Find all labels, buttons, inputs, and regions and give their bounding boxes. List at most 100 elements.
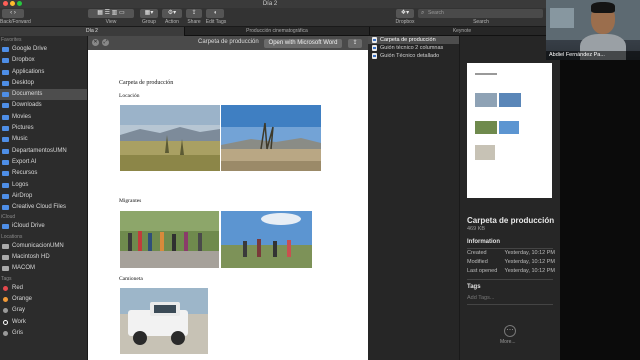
cloud-icon [2,224,9,230]
list-item[interactable]: Carpeta de producción [368,36,459,44]
action-label: Action [165,19,179,25]
sidebar-tag-gris[interactable]: Gris [0,328,87,339]
sidebar-item-downloads[interactable]: Downloads [0,100,87,111]
folder-icon [2,47,9,52]
dropbox-icon [2,58,9,64]
section-heading-camioneta: Camioneta [119,276,143,282]
search-placeholder: Search [428,10,444,16]
migrants-photo-1 [120,211,219,268]
search-icon: ⌕ [421,10,425,16]
sidebar-item-google-drive[interactable]: Google Drive [0,44,87,55]
back-forward-button[interactable]: ‹ › [2,9,24,18]
download-icon [2,103,9,109]
sidebar-tag-red[interactable]: Red [0,283,87,294]
sidebar-item-comunicacionumn[interactable]: ComunicacionUMN [0,241,87,252]
sidebar-item-creative-cloud[interactable]: Creative Cloud Files [0,202,87,213]
information-header: Information [467,239,500,245]
quick-look-panel: ✕ ⤢ Carpeta de producción Open with Micr… [88,36,368,360]
tab-produccion[interactable]: Producción cinematográfica [185,27,370,36]
action-gear-icon[interactable]: ⚙▾ [162,9,182,18]
creative-cloud-icon [2,205,9,211]
movies-icon [2,114,9,120]
group-button[interactable]: ▦▾ [140,9,158,18]
share-label: Share [187,19,201,25]
sidebar-tag-gray[interactable]: Gray [0,305,87,316]
sidebar-item-documents[interactable]: Documents [0,89,87,101]
sidebar-item-recursos[interactable]: Recursos [0,168,87,179]
document-page: Carpeta de producción Locación Migrantes… [88,50,368,360]
desert-photo-1 [120,105,220,171]
word-document-icon [372,37,377,43]
finder-window: Día 2 ‹ › Back/Forward ▦ ☰ ▥ ▭ View ▦▾ G… [0,0,640,360]
view-switcher[interactable]: ▦ ☰ ▥ ▭ [88,9,134,18]
add-tags-field[interactable]: Add Tags... [467,295,555,301]
gris-tag-icon [3,330,8,336]
more-icon[interactable]: ⋯ [504,325,516,337]
more-label[interactable]: More... [500,339,516,345]
document-title: Carpeta de producción [119,80,174,86]
quick-look-title: Carpeta de producción [198,39,259,45]
background-area [560,60,640,360]
edit-tags-icon[interactable]: ◖ [206,9,224,18]
tab-dia-2[interactable]: Día 2 [0,27,185,36]
sidebar-tag-work[interactable]: Work [0,317,87,328]
toolbar: ‹ › Back/Forward ▦ ☰ ▥ ▭ View ▦▾ Group ⚙… [0,8,640,27]
pictures-icon [2,126,9,132]
folder-icon [2,171,9,177]
edit-tags-label: Edit Tags [205,19,227,25]
fullscreen-icon[interactable]: ⤢ [102,39,109,46]
list-item[interactable]: Guión Técnico detallado [368,52,459,60]
work-tag-icon [3,319,8,325]
folder-icon [2,148,9,154]
share-icon[interactable]: ⇪ [348,39,362,48]
word-document-icon [372,53,377,59]
open-with-word-button[interactable]: Open with Microsoft Word [264,39,342,48]
document-thumbnail [467,63,552,198]
airdrop-icon [2,193,9,199]
sidebar-item-icloud-drive[interactable]: iCloud Drive [0,221,87,232]
sidebar-tag-orange[interactable]: Orange [0,294,87,305]
desert-photo-2 [221,105,321,171]
group-label: Group [142,19,156,25]
sidebar-item-desktop[interactable]: Desktop [0,78,87,89]
tab-bar: Día 2 Producción cinematográfica Keynote [0,27,640,36]
participant-hair [591,2,615,13]
dropbox-label: Dropbox [395,19,415,25]
migrants-photo-2 [221,211,312,268]
icloud-header: iCloud [1,214,16,221]
sidebar-item-macom[interactable]: MACOM [0,263,87,274]
favorites-header: Favorites [1,37,22,43]
sidebar-item-applications[interactable]: Applications [0,67,87,78]
sidebar-item-dropbox[interactable]: Dropbox [0,55,87,66]
search-input[interactable]: ⌕ Search [418,9,543,18]
list-item[interactable]: Guión técnico 2 columnas [368,44,459,52]
dropbox-icon[interactable]: ❖▾ [396,9,414,18]
section-heading-locacion: Locación [119,93,140,99]
drive-icon [2,243,9,249]
sidebar-item-music[interactable]: Music [0,134,87,145]
close-icon[interactable]: ✕ [92,39,99,46]
desktop-icon [2,80,9,86]
red-tag-icon [3,285,8,291]
video-call-thumbnail: Abdiel Fernández Pa... [546,0,640,60]
sidebar-item-airdrop[interactable]: AirDrop [0,191,87,202]
drive-icon [2,266,9,272]
sidebar-item-pictures[interactable]: Pictures [0,123,87,134]
participant-name: Abdiel Fernández Pa... [546,51,640,60]
tab-keynote[interactable]: Keynote [370,27,555,36]
sidebar-item-macintosh-hd[interactable]: Macintosh HD [0,252,87,263]
window-title: Día 2 [262,1,278,7]
sidebar-item-export-ai[interactable]: Export AI [0,157,87,168]
section-heading-migrantes: Migrantes [119,198,142,204]
sidebar-item-movies[interactable]: Movies [0,112,87,123]
view-label: View [105,19,117,25]
title-bar: Día 2 [0,0,640,8]
preview-pane: Carpeta de producción 469 KB Information… [460,36,560,360]
sidebar-item-logos[interactable]: Logos [0,180,87,191]
last-opened-row: Last opened Yesterday, 10:12 PM [467,268,555,274]
sidebar-item-departamentosumn[interactable]: DepartamentosUMN [0,146,87,157]
pickup-truck-photo [120,288,208,354]
share-icon[interactable]: ⇪ [186,9,202,18]
quick-look-toolbar: ✕ ⤢ Carpeta de producción Open with Micr… [88,36,368,50]
drive-icon [2,255,9,261]
